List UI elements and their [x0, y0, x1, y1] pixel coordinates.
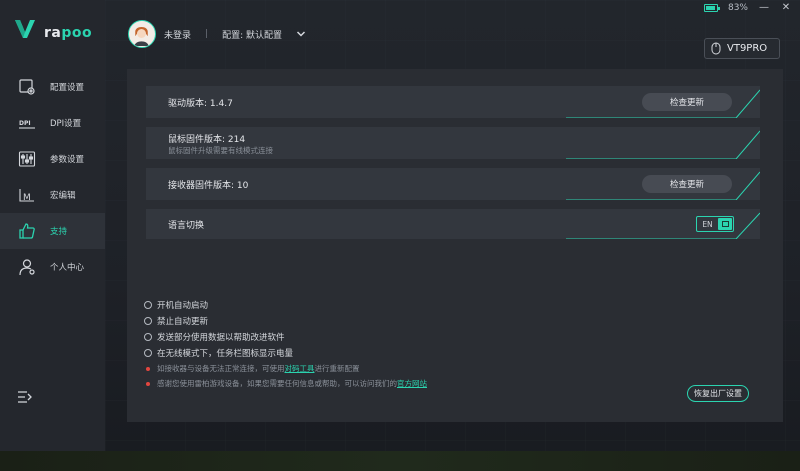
pairing-note: 如接收器与设备无法正常连接，可使用对码工具进行重新配置: [144, 361, 427, 376]
pairing-tool-link[interactable]: 对码工具: [285, 364, 315, 373]
option-label: 开机自动启动: [157, 301, 209, 311]
avatar[interactable]: [128, 20, 156, 48]
device-badge[interactable]: VT9PRO: [704, 38, 780, 59]
sidebar-item-label: 参数设置: [50, 155, 85, 165]
factory-reset-button[interactable]: 恢复出厂设置: [687, 385, 749, 402]
brand-prefix: ra: [44, 25, 62, 41]
window-controls: 83% — ✕: [703, 2, 792, 13]
sidebar-item-label: 个人中心: [50, 263, 85, 273]
receiver-firmware-row: 接收器固件版本: 10 检查更新: [146, 168, 760, 200]
dpi-icon: DPI: [18, 114, 36, 132]
user-icon: [18, 258, 36, 276]
sidebar-item-label: 宏编辑: [50, 191, 76, 201]
note-text: 进行重新配置: [314, 364, 360, 373]
rapoo-logo: rapoo: [14, 18, 92, 40]
sidebar-item-params[interactable]: 参数设置: [0, 141, 105, 177]
sidebar-item-profile[interactable]: 个人中心: [0, 249, 105, 285]
account-header: 未登录 | 配置: 默认配置: [128, 20, 306, 48]
official-website-link[interactable]: 官方网站: [397, 379, 427, 388]
svg-text:DPI: DPI: [19, 120, 31, 127]
sidebar-item-config[interactable]: 配置设置: [0, 69, 105, 105]
minimize-button[interactable]: —: [758, 2, 770, 13]
language-toggle[interactable]: EN: [696, 216, 734, 232]
sidebar-nav: 配置设置 DPI DPI设置 参数设置 M 宏编辑 支持 个人中心: [0, 69, 105, 285]
receiver-check-update-button[interactable]: 检查更新: [642, 175, 732, 193]
macro-icon: M: [18, 186, 36, 204]
radio-icon[interactable]: [144, 317, 152, 325]
toggle-knob-icon: [718, 218, 732, 230]
header-separator: |: [205, 29, 209, 39]
thumbs-up-icon: [18, 222, 36, 240]
radio-icon[interactable]: [144, 301, 152, 309]
mouse-icon: [711, 42, 721, 55]
sidebar-item-label: 配置设置: [50, 83, 85, 93]
mouse-firmware-row: 鼠标固件版本: 214 鼠标固件升级需要有线模式连接: [146, 127, 760, 159]
mouse-firmware-label: 鼠标固件版本: 214: [168, 135, 246, 145]
v-logo-icon: [15, 20, 35, 38]
sidebar-item-label: DPI设置: [50, 119, 82, 129]
chevron-down-icon[interactable]: [296, 29, 306, 39]
sliders-icon: [18, 150, 36, 168]
support-panel: 驱动版本: 1.4.7 检查更新 鼠标固件版本: 214 鼠标固件升级需要有线模…: [127, 69, 783, 422]
option-item[interactable]: 开机自动启动: [144, 297, 427, 313]
option-item[interactable]: 在无线模式下，任务栏图标显示电量: [144, 345, 427, 361]
language-label: 语言切换: [168, 221, 205, 231]
sidebar-item-dpi[interactable]: DPI DPI设置: [0, 105, 105, 141]
login-status[interactable]: 未登录: [164, 28, 191, 41]
svg-text:M: M: [23, 193, 31, 203]
option-label: 禁止自动更新: [157, 317, 209, 327]
option-label: 在无线模式下，任务栏图标显示电量: [157, 349, 294, 359]
sidebar-item-label: 支持: [50, 227, 68, 237]
option-item[interactable]: 发送部分使用数据以帮助改进软件: [144, 329, 427, 345]
battery-percent: 83%: [727, 2, 748, 13]
brand-suffix: poo: [61, 25, 93, 41]
language-row: 语言切换 EN: [146, 209, 760, 239]
settings-config-icon: [18, 78, 36, 96]
option-item[interactable]: 禁止自动更新: [144, 313, 427, 329]
sidebar-item-macro[interactable]: M 宏编辑: [0, 177, 105, 213]
radio-icon[interactable]: [144, 349, 152, 357]
website-note: 感谢您使用雷柏游戏设备，如果您需要任何信息或帮助，可以访问我们的官方网站: [144, 376, 427, 391]
battery-icon: [703, 3, 720, 12]
options-list: 开机自动启动 禁止自动更新 发送部分使用数据以帮助改进软件 在无线模式下，任务栏…: [144, 297, 427, 391]
warning-dot-icon: [146, 366, 150, 371]
driver-check-update-button[interactable]: 检查更新: [642, 93, 732, 111]
driver-version-row: 驱动版本: 1.4.7 检查更新: [146, 86, 760, 118]
radio-icon[interactable]: [144, 333, 152, 341]
sidebar-item-support[interactable]: 支持: [0, 213, 105, 249]
profile-selector-label[interactable]: 配置: 默认配置: [222, 28, 282, 41]
language-value: EN: [702, 219, 713, 229]
menu-expand-icon[interactable]: [17, 389, 33, 405]
sidebar: rapoo 配置设置 DPI DPI设置 参数设置 M 宏编辑 支持 个人中心: [0, 0, 105, 451]
note-text: 如接收器与设备无法正常连接，可使用: [157, 364, 285, 373]
mouse-firmware-note: 鼠标固件升级需要有线模式连接: [168, 146, 273, 155]
app-window: 83% — ✕ rapoo 配置设置 DPI DPI设置 参数设置 M 宏编辑 …: [0, 0, 800, 471]
close-button[interactable]: ✕: [780, 2, 792, 13]
option-label: 发送部分使用数据以帮助改进软件: [157, 333, 285, 343]
note-text: 感谢您使用雷柏游戏设备，如果您需要任何信息或帮助，可以访问我们的: [157, 379, 397, 388]
bottom-strip: [0, 451, 800, 471]
receiver-firmware-label: 接收器固件版本: 10: [168, 181, 249, 191]
driver-version-label: 驱动版本: 1.4.7: [168, 99, 233, 109]
warning-dot-icon: [146, 381, 150, 386]
device-name: VT9PRO: [727, 43, 768, 54]
